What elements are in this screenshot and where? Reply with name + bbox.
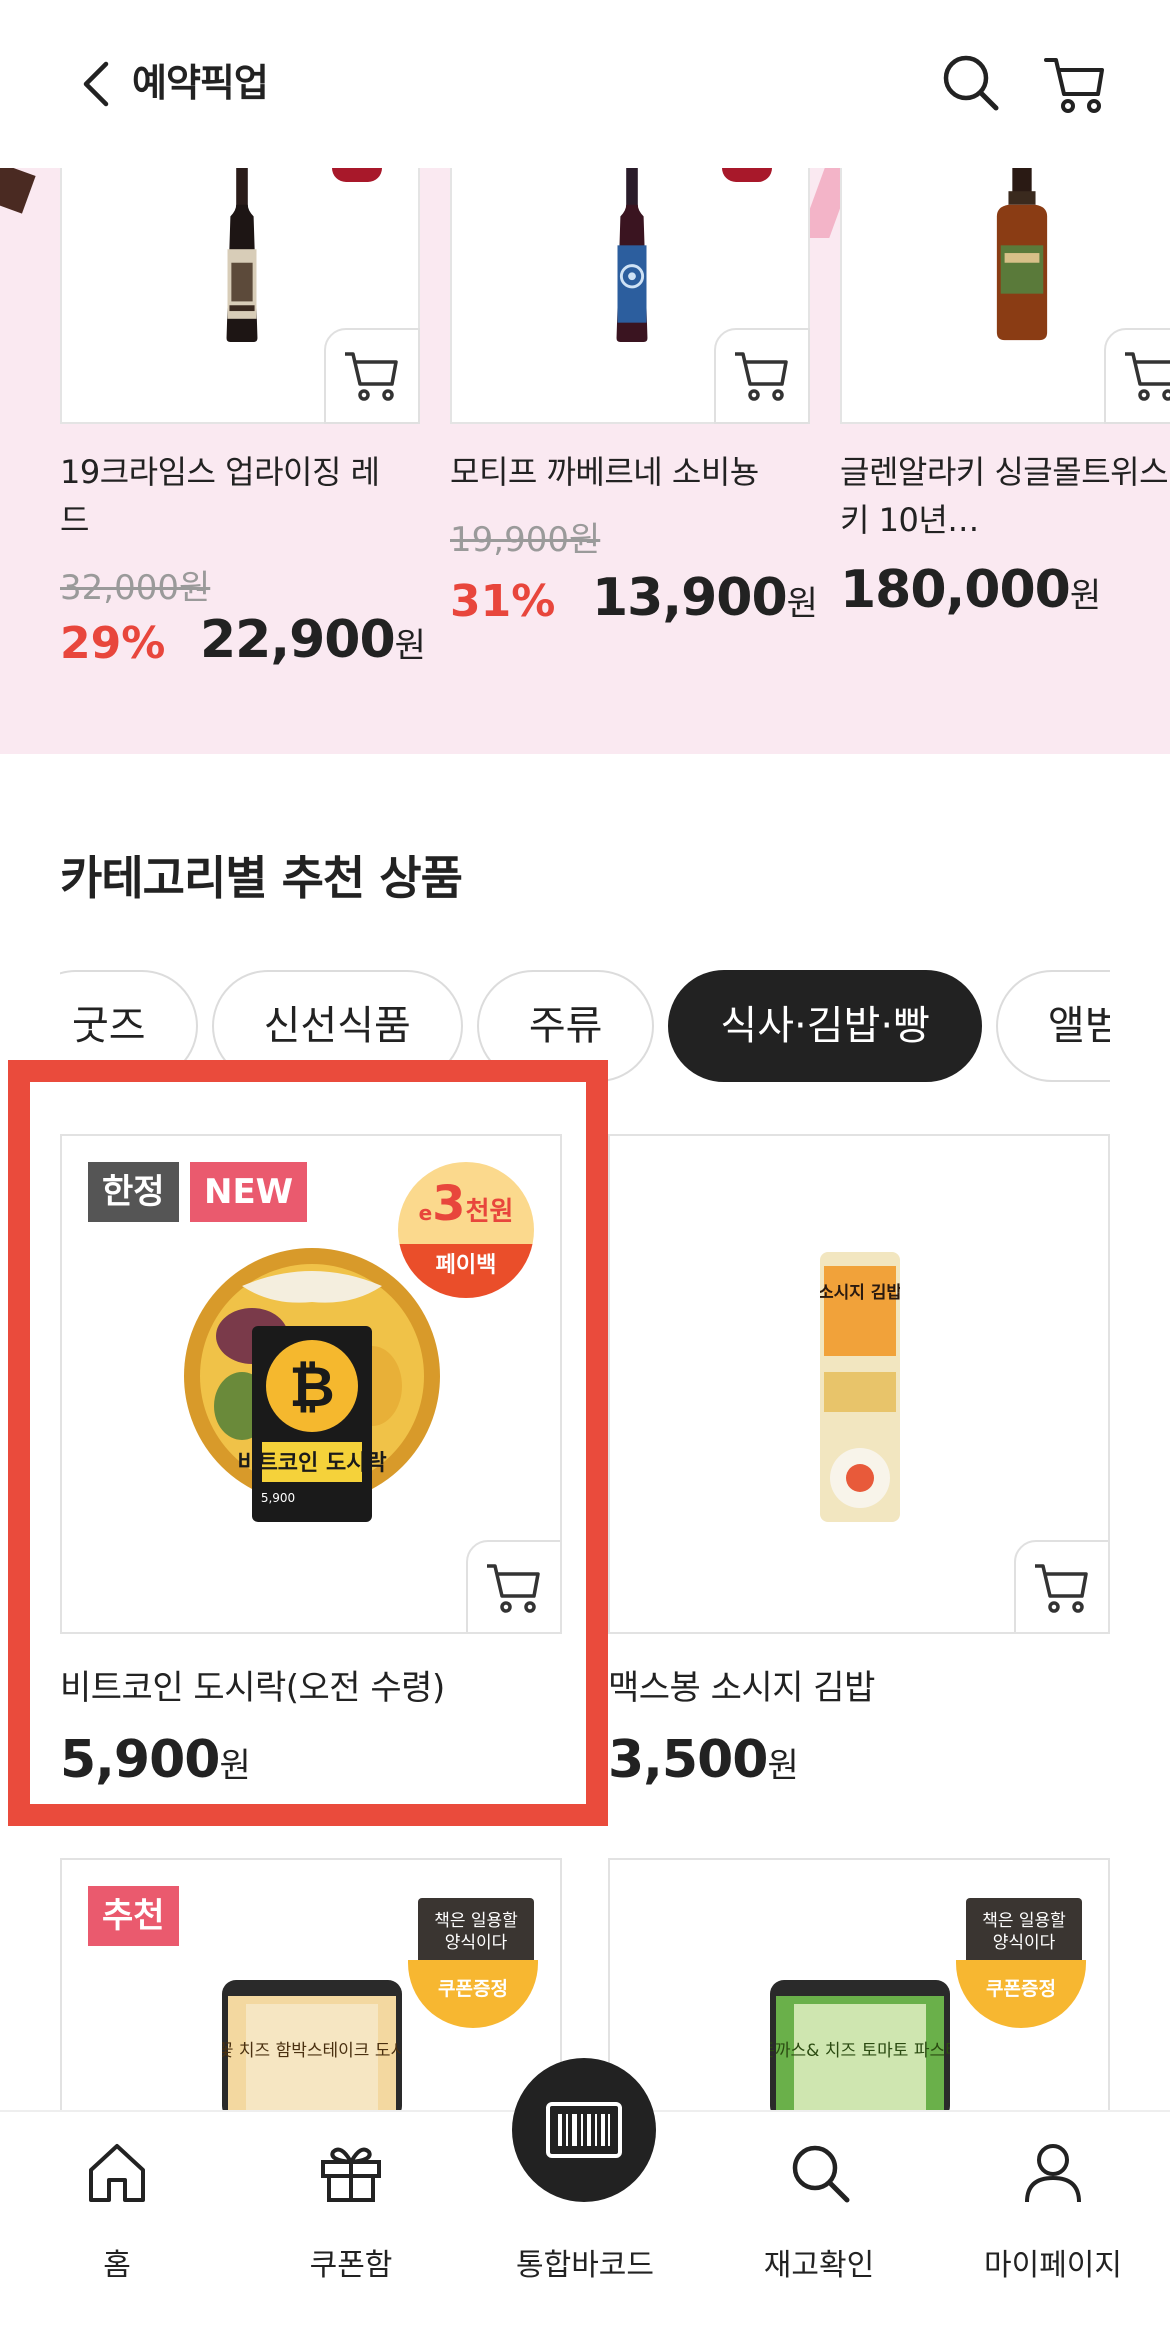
sale-price: 13,900원 (592, 568, 818, 628)
lunchbox-image: ₿ 비트코인 도시락 5,900 (184, 1248, 440, 1522)
home-icon (89, 2144, 145, 2202)
add-to-cart-button[interactable] (324, 328, 420, 424)
app-header: 예약픽업 (0, 0, 1170, 168)
page: { "header": { "title": "예약픽업" }, "promo"… (0, 0, 1170, 2338)
search-icon (792, 2145, 850, 2203)
person-icon (1025, 2144, 1081, 2203)
coupon-badge: 책은 일용할 양식이다 쿠폰증정 (408, 1898, 538, 2028)
product-name[interactable]: 글렌알라키 싱글몰트위스키 10년… (840, 448, 1170, 544)
add-to-cart-button[interactable] (714, 328, 810, 424)
pasta-box-image: 돈까스& 치즈 토마토 파스타 (770, 1980, 950, 2120)
gift-icon (321, 2147, 381, 2202)
cart-icon (1125, 352, 1170, 401)
cart-icon[interactable] (1044, 54, 1106, 114)
section-title: 카테고리별 추천 상품 (60, 851, 463, 905)
product-name[interactable]: 19크라임스 업라이징 레드 (60, 448, 390, 544)
recommend-badge: 추천 (88, 1886, 179, 1946)
category-chip-album[interactable]: 앨범 (995, 970, 1110, 1082)
back-icon[interactable] (78, 56, 118, 112)
product-name[interactable]: 맥스봉 소시지 김밥 (608, 1660, 875, 1709)
decoration-bow (332, 168, 382, 182)
nav-home[interactable]: 홈 (17, 2112, 217, 2338)
wine-bottle-image (616, 168, 648, 342)
cart-icon (487, 1564, 540, 1613)
add-to-cart-button[interactable] (1014, 1540, 1108, 1632)
product-name[interactable]: 비트코인 도시락(오전 수령) (60, 1660, 445, 1709)
decoration-bow (722, 168, 772, 182)
nav-stock-check[interactable]: 재고확인 (719, 2112, 919, 2338)
new-badge: NEW (190, 1162, 308, 1222)
decoration-chocolate (0, 168, 36, 214)
add-to-cart-button[interactable] (466, 1540, 560, 1632)
original-price: 32,000원 (60, 568, 211, 608)
payback-amount: e3천원 (418, 1176, 514, 1232)
nav-label: 마이페이지 (984, 2248, 1122, 2283)
nav-label: 쿠폰함 (309, 2248, 393, 2283)
product-image[interactable]: 소시지 김밥 (608, 1134, 1110, 1634)
svg-text:₿: ₿ (289, 1355, 335, 1420)
nav-label: 통합바코드 (516, 2248, 654, 2283)
category-chip-liquor[interactable]: 주류 (476, 970, 655, 1082)
page-title: 예약픽업 (132, 61, 269, 105)
discount-rate: 31% (450, 576, 556, 627)
svg-text:비트코인 도시락: 비트코인 도시락 (237, 1451, 386, 1476)
svg-text:눈꽃 치즈 함박스테이크 도시락: 눈꽃 치즈 함박스테이크 도시락 (222, 2041, 402, 2061)
svg-text:돈까스& 치즈 토마토 파스타: 돈까스& 치즈 토마토 파스타 (770, 2041, 950, 2061)
wine-bottle-image (226, 168, 258, 342)
category-tabs[interactable]: 굿즈 신선식품 주류 식사·김밥·빵 앨범 (60, 970, 1110, 1086)
original-price: 19,900원 (450, 520, 601, 560)
kimbap-image: 소시지 김밥 (820, 1252, 900, 1522)
nav-label: 재고확인 (763, 2248, 875, 2283)
nav-coupons[interactable]: 쿠폰함 (251, 2112, 451, 2338)
category-chip-meal-active[interactable]: 식사·김밥·빵 (668, 970, 982, 1082)
whisky-bottle-image (996, 168, 1048, 341)
svg-text:5,900: 5,900 (261, 1491, 295, 1505)
discount-rate: 29% (60, 618, 166, 669)
barcode-icon (546, 2102, 622, 2158)
add-to-cart-button[interactable] (1104, 328, 1170, 424)
nav-mypage[interactable]: 마이페이지 (953, 2112, 1153, 2338)
sale-price: 180,000원 (840, 560, 1101, 620)
nav-label: 홈 (103, 2248, 131, 2283)
svg-text:소시지 김밥: 소시지 김밥 (820, 1283, 900, 1303)
coupon-badge: 책은 일용할 양식이다 쿠폰증정 (956, 1898, 1086, 2028)
limited-badge: 한정 (88, 1162, 179, 1222)
sale-price: 22,900원 (200, 610, 426, 670)
cart-icon (735, 352, 788, 401)
cart-icon (1035, 1564, 1088, 1613)
product-price: 3,500원 (608, 1730, 799, 1790)
category-chip-fresh[interactable]: 신선식품 (211, 970, 463, 1082)
product-name[interactable]: 모티프 까베르네 소비뇽 (450, 448, 830, 496)
lunchbox-image: 눈꽃 치즈 함박스테이크 도시락 (222, 1980, 402, 2120)
product-image[interactable]: 한정 NEW e3천원 페이백 ₿ 비트코인 도시락 5,900 (60, 1134, 562, 1634)
barcode-button[interactable] (512, 2058, 656, 2202)
product-price: 5,900원 (60, 1730, 251, 1790)
cart-icon (345, 352, 398, 401)
search-icon[interactable] (940, 52, 1000, 112)
category-chip-goods[interactable]: 굿즈 (60, 970, 198, 1082)
promo-carousel[interactable]: 19크라임스 업라이징 레드 32,000원 29% 22,900원 모티프 까… (0, 168, 1170, 754)
